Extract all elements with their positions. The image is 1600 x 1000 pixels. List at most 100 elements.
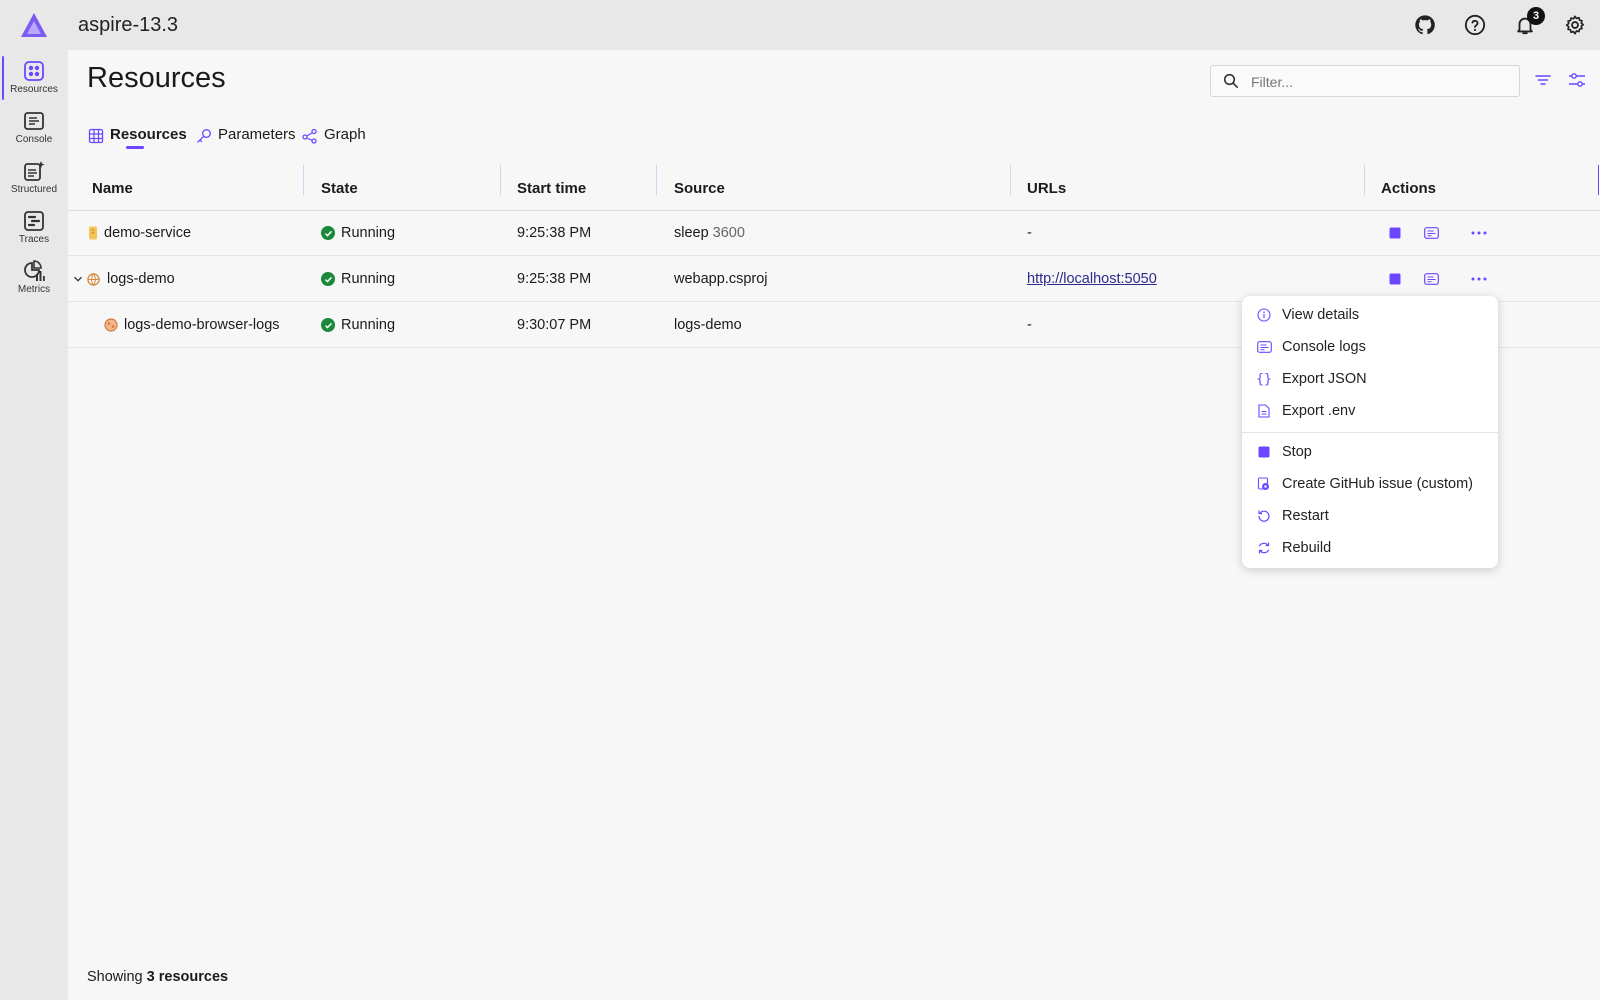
menu-item-label: Stop [1282,444,1312,460]
resource-url: - [1027,225,1032,241]
search-icon [1223,73,1238,88]
menu-item-label: Rebuild [1282,540,1332,556]
restart-icon [1256,508,1272,524]
sidebar-item-label: Resources [10,84,58,95]
sidebar-item-structured[interactable]: Structured [0,154,68,202]
traces-icon [24,211,44,231]
footer-prefix: Showing [87,969,143,985]
console-logs-button[interactable] [1422,225,1440,241]
running-status-icon [321,272,335,286]
tab-label: Graph [324,126,366,143]
sidebar-item-console[interactable]: Console [0,104,68,152]
resource-count-footer: Showing 3 resources [87,969,228,985]
console-icon [24,112,44,130]
filter-options-icon[interactable] [1534,71,1552,89]
resource-source: webapp.csproj [674,271,768,287]
resource-url-link[interactable]: http://localhost:5050 [1027,271,1157,287]
column-divider[interactable] [1364,165,1365,195]
column-divider[interactable] [1010,165,1011,195]
resource-name[interactable]: demo-service [104,225,191,241]
help-icon[interactable] [1462,12,1488,38]
document-icon [1256,403,1272,419]
info-icon [1256,307,1272,323]
more-actions-button[interactable] [1470,271,1488,287]
console-logs-button[interactable] [1422,271,1440,287]
menu-item-label: Export .env [1282,403,1356,419]
aspire-logo-icon[interactable] [20,12,48,38]
sidebar-item-label: Traces [18,234,50,245]
stop-icon [1389,227,1401,239]
column-header-source[interactable]: Source [674,165,725,211]
console-logs-icon [1423,273,1439,285]
github-issue-icon [1256,476,1272,492]
menu-item-restart[interactable]: Restart [1242,501,1498,531]
menu-item-console-logs[interactable]: Console logs [1242,332,1498,362]
sidebar-item-resources[interactable]: Resources [0,54,68,102]
resource-state: Running [341,225,396,241]
filter-input[interactable] [1251,72,1511,92]
menu-item-view-details[interactable]: View details [1242,300,1498,330]
tab-resources[interactable]: Resources [88,126,187,156]
stop-icon [1256,444,1272,460]
column-header-start-time[interactable]: Start time [517,165,586,211]
active-tab-indicator [126,146,144,149]
resource-state: Running [341,317,396,333]
resource-start-time: 9:30:07 PM [517,317,592,333]
running-status-icon [321,318,335,332]
column-divider[interactable] [500,165,501,195]
menu-item-export-env[interactable]: Export .env [1242,396,1498,426]
menu-item-create-github-issue[interactable]: Create GitHub issue (custom) [1242,469,1498,499]
settings-icon[interactable] [1562,12,1588,38]
structured-icon [24,161,45,181]
resource-name[interactable]: logs-demo-browser-logs [124,317,280,333]
resource-source-args: 3600 [712,225,745,241]
sidebar-item-metrics[interactable]: Metrics [0,254,68,302]
notifications-icon[interactable]: 3 [1512,7,1545,38]
console-logs-icon [1256,339,1272,355]
tab-label: Resources [110,126,187,143]
resource-actions-menu: View details Console logs {} Export JSON… [1242,296,1498,568]
github-icon[interactable] [1412,12,1438,38]
sidebar-item-label: Metrics [17,284,51,295]
more-actions-button[interactable] [1470,225,1488,241]
table-row[interactable]: demo-service Running 9:25:38 PM sleep 36… [68,210,1600,256]
column-divider[interactable] [656,165,657,195]
notification-badge: 3 [1527,7,1545,25]
resource-name[interactable]: logs-demo [107,271,175,287]
filter-box [1210,65,1520,97]
rebuild-icon [1256,540,1272,556]
column-divider[interactable] [1598,165,1599,195]
column-divider[interactable] [303,165,304,195]
menu-item-export-json[interactable]: {} Export JSON [1242,364,1498,394]
footer-count: 3 resources [146,969,229,985]
more-icon [1471,231,1487,235]
resource-start-time: 9:25:38 PM [517,271,592,287]
resource-source: sleep [674,225,709,241]
executable-icon [89,226,97,240]
resource-url: - [1027,317,1032,333]
stop-button[interactable] [1386,225,1404,241]
top-bar: aspire-13.3 3 [0,0,1600,50]
chevron-down-icon[interactable] [73,274,83,284]
column-header-state[interactable]: State [321,165,358,211]
braces-icon: {} [1256,371,1272,387]
project-globe-icon [87,272,100,286]
browser-logs-icon [104,318,118,332]
column-header-urls[interactable]: URLs [1027,165,1066,211]
tab-parameters[interactable]: Parameters [196,126,296,156]
column-header-actions[interactable]: Actions [1381,165,1436,211]
sidebar-item-traces[interactable]: Traces [0,204,68,252]
sidebar-item-label: Console [15,134,53,145]
column-settings-icon[interactable] [1567,71,1587,89]
graph-icon [302,128,317,144]
app-title[interactable]: aspire-13.3 [78,14,178,37]
menu-item-rebuild[interactable]: Rebuild [1242,533,1498,563]
menu-item-stop[interactable]: Stop [1242,437,1498,467]
menu-divider [1242,432,1498,433]
page-title: Resources [87,62,226,94]
column-header-name[interactable]: Name [92,165,133,211]
stop-button[interactable] [1386,271,1404,287]
tab-graph[interactable]: Graph [302,126,366,156]
table-icon [88,128,104,144]
console-logs-icon [1423,227,1439,239]
